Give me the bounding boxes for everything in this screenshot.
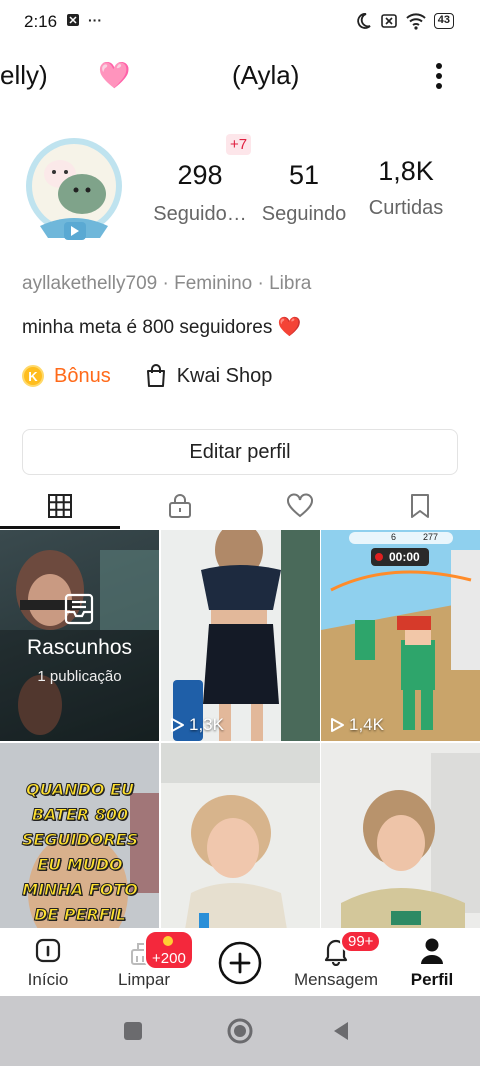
tab-saved[interactable] [360, 484, 480, 528]
drafts-title: Rascunhos [26, 636, 133, 659]
followers-stat[interactable]: 298 Seguido… [146, 160, 254, 226]
profile-links: K Bônus Kwai Shop [22, 364, 272, 388]
video-views: 1,3K [169, 715, 224, 735]
clean-badge: +200 [144, 930, 194, 970]
game-counter: 277 [423, 532, 439, 542]
nav-profile-label: Perfil [410, 970, 454, 989]
drafts-subtitle: 1 publicação [37, 668, 122, 685]
nav-home-label: Início [27, 970, 69, 989]
following-label: Seguindo [261, 203, 347, 225]
likes-label: Curtidas [368, 197, 444, 219]
shopping-bag-icon [146, 364, 165, 387]
home-button-icon[interactable] [226, 1017, 254, 1045]
moon-icon [357, 13, 371, 29]
followers-label: Seguido… [153, 203, 247, 225]
kwai-shop-link[interactable]: Kwai Shop [177, 365, 273, 388]
following-count: 51 [288, 160, 320, 190]
video-views-count: 1,4K [349, 715, 384, 734]
drafts-icon [64, 593, 94, 625]
following-stat[interactable]: 51 Seguindo [254, 160, 354, 226]
profile-meta: ayllakethelly709 · Feminino · Libra [22, 273, 312, 294]
likes-count: 1,8K [378, 156, 434, 186]
drafts-tile[interactable]: Rascunhos 1 publicação [0, 530, 159, 741]
back-icon[interactable] [330, 1019, 352, 1043]
video-views: 1,4K [329, 715, 384, 735]
coin-icon [162, 936, 173, 946]
edit-profile-button[interactable]: Editar perfil [22, 429, 458, 475]
heart-icon [287, 493, 313, 518]
avatar[interactable] [20, 134, 128, 248]
profile-tabs [0, 484, 480, 530]
new-followers-badge: +7 [226, 134, 252, 155]
tab-private[interactable] [120, 484, 240, 528]
followers-count: 298 [177, 160, 223, 190]
game-score: 6 [391, 532, 397, 542]
sim-off-icon [380, 14, 397, 28]
battery-icon: 43 [433, 13, 454, 29]
header-name-left: elly) [0, 60, 48, 90]
nav-clean-label: Limpar [118, 970, 170, 989]
clean-badge-text: +200 [152, 950, 186, 967]
app-notification-icon [67, 14, 79, 26]
video-caption: QUANDO EU BATER 800 SEGUIDORES EU MUDO M… [21, 780, 139, 925]
nav-clean[interactable]: +200 Limpar [96, 930, 194, 994]
video-thumbnail [161, 743, 320, 930]
active-tab-indicator [0, 526, 120, 529]
video-grid: Rascunhos 1 publicação 1,3K 6 277 00:00 … [0, 530, 480, 930]
likes-stat[interactable]: 1,8K Curtidas [360, 156, 452, 220]
grid-icon [48, 494, 72, 518]
tab-posts[interactable] [0, 484, 120, 528]
nav-home[interactable]: Início [0, 932, 96, 994]
lock-icon [169, 494, 191, 518]
header-title: (Ayla) [232, 60, 300, 90]
video-thumbnail [321, 743, 480, 930]
nav-profile[interactable]: Perfil [384, 932, 480, 994]
home-icon [35, 938, 61, 963]
recent-apps-icon[interactable] [122, 1020, 144, 1042]
video-tile[interactable]: 1,3K [161, 530, 320, 741]
wifi-icon [406, 13, 426, 30]
profile-bio: minha meta é 800 seguidores ❤️ [22, 317, 302, 338]
profile-header: elly) 🩷 (Ayla) [0, 52, 480, 102]
status-more: ··· [88, 12, 102, 28]
game-timer: 00:00 [389, 550, 420, 564]
more-options-icon[interactable] [424, 56, 454, 96]
play-icon [171, 718, 184, 732]
bottom-nav: Início +200 Limpar 99+ Mensagem Perfil [0, 928, 480, 996]
coin-icon: K [22, 365, 44, 387]
bookmark-icon [411, 494, 429, 518]
messages-badge: 99+ [340, 930, 382, 953]
status-time: 2:16 [24, 12, 58, 31]
nav-messages[interactable]: 99+ Mensagem [288, 930, 384, 994]
pink-heart-icon: 🩷 [98, 60, 131, 90]
nav-create[interactable] [192, 932, 288, 994]
play-icon [331, 718, 344, 732]
video-thumbnail [161, 530, 320, 741]
tab-likes[interactable] [240, 484, 360, 528]
profile-icon [421, 938, 443, 964]
video-tile[interactable] [161, 743, 320, 930]
nav-messages-label: Mensagem [293, 970, 379, 989]
system-navigation-bar [0, 996, 480, 1066]
create-plus-icon [218, 941, 262, 985]
bonus-link[interactable]: Bônus [54, 365, 111, 388]
video-tile[interactable]: QUANDO EU BATER 800 SEGUIDORES EU MUDO M… [0, 743, 159, 930]
video-tile[interactable] [321, 743, 480, 930]
video-views-count: 1,3K [189, 715, 224, 734]
status-bar: 2:16 ··· 43 [0, 0, 480, 44]
video-tile[interactable]: 6 277 00:00 1,4K [321, 530, 480, 741]
